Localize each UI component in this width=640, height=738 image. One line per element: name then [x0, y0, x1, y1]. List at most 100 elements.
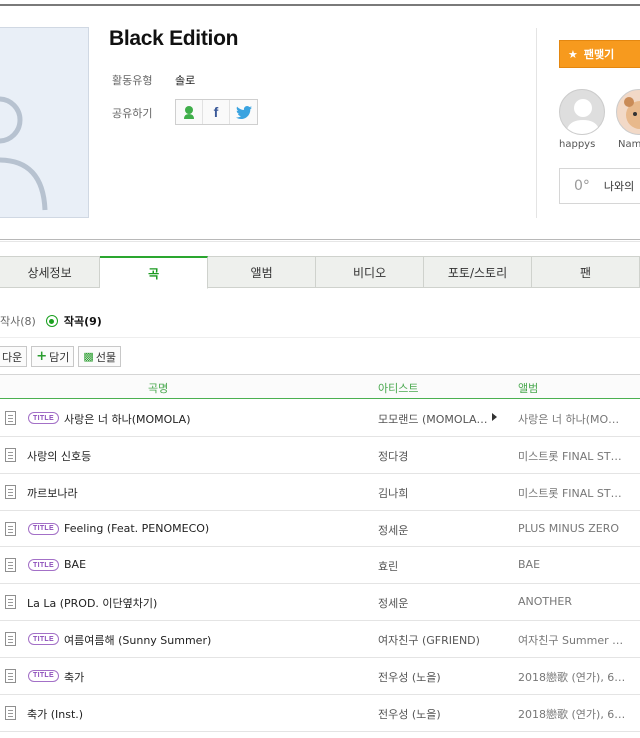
header-album[interactable]: 앨범 [518, 380, 538, 396]
song-info-icon[interactable] [5, 484, 16, 499]
gift-label: 선물 [95, 350, 117, 364]
header-artist[interactable]: 아티스트 [378, 380, 418, 396]
header-song[interactable]: 곡명 [148, 380, 168, 396]
table-row[interactable]: 까르보나라 김나희 미스트롯 FINAL ST… [0, 474, 640, 511]
song-album[interactable]: 2018戀歌 (연가), 6… [518, 706, 625, 722]
song-title[interactable]: 사랑의 신호등 [27, 448, 91, 464]
song-artist[interactable]: 정다경 [378, 448, 408, 464]
song-title[interactable]: La La (PROD. 이단옆차기) [27, 595, 157, 611]
song-title[interactable]: 여름여름해 (Sunny Summer) [64, 632, 211, 648]
song-album[interactable]: PLUS MINUS ZERO [518, 522, 619, 535]
header-divider [536, 28, 537, 218]
top-border [0, 4, 640, 6]
tab-photo-story[interactable]: 포토/스토리 [424, 256, 532, 288]
song-title[interactable]: BAE [64, 558, 86, 571]
song-album[interactable]: BAE [518, 558, 540, 571]
title-track-badge: TITLE [28, 522, 59, 535]
song-artist[interactable]: 전우성 (노을) [378, 669, 441, 685]
song-list: TITLE 사랑은 너 하나(MOMOLA) 모모랜드 (MOMOLA… 사랑은 너 … [0, 400, 640, 732]
tab-videos[interactable]: 비디오 [316, 256, 425, 288]
song-album[interactable]: 여자친구 Summer … [518, 632, 623, 648]
artist-name: Black Edition [109, 27, 239, 50]
kakao-share-icon[interactable] [176, 100, 203, 124]
section-divider [0, 239, 640, 240]
artist-tabs: 상세정보 곡 앨범 비디오 포토/스토리 팬 [0, 256, 640, 289]
song-title[interactable]: 까르보나라 [27, 485, 78, 501]
song-actions: 다운 + 담기 ▩ 선물 [0, 346, 122, 367]
share-buttons: f [175, 99, 258, 125]
song-artist[interactable]: 정세운 [378, 522, 408, 538]
table-row[interactable]: TITLE BAE 효린 BAE [0, 547, 640, 585]
section-divider-shadow [0, 241, 640, 242]
artist-photo-placeholder [0, 27, 89, 218]
twitter-share-icon[interactable] [230, 100, 257, 124]
song-artist[interactable]: 전우성 (노을) [378, 706, 441, 722]
title-track-badge: TITLE [28, 559, 59, 572]
filter-lyricist[interactable]: 작사(8) [0, 313, 36, 329]
radio-selected-icon[interactable] [45, 315, 58, 327]
gift-icon: ▩ [83, 350, 94, 363]
song-album[interactable]: 미스트롯 FINAL ST… [518, 448, 622, 464]
song-album[interactable]: ANOTHER [518, 595, 572, 608]
affinity-temperature: 0° 나와의 [559, 168, 640, 204]
song-info-icon[interactable] [5, 668, 16, 683]
filter-divider [0, 337, 640, 338]
song-info-icon[interactable] [5, 632, 16, 647]
gift-button[interactable]: ▩ 선물 [78, 346, 122, 367]
table-row[interactable]: TITLE Feeling (Feat. PENOMECO) 정세운 PLUS MIN… [0, 511, 640, 548]
fan-avatar[interactable] [616, 89, 640, 135]
temperature-label: 나와의 [603, 180, 635, 193]
download-button[interactable]: 다운 [0, 346, 28, 367]
activity-type-value: 솔로 [175, 74, 196, 87]
song-title[interactable]: 사랑은 너 하나(MOMOLA) [64, 411, 191, 427]
song-info-icon[interactable] [5, 705, 16, 720]
table-row[interactable]: TITLE 축가 전우성 (노을) 2018戀歌 (연가), 6… [0, 658, 640, 695]
song-title[interactable]: 축가 (Inst.) [27, 706, 83, 722]
table-row[interactable]: 축가 (Inst.) 전우성 (노을) 2018戀歌 (연가), 6… [0, 695, 640, 732]
more-artists-arrow-icon[interactable] [492, 413, 497, 421]
plus-icon: + [36, 349, 48, 364]
song-artist[interactable]: 여자친구 (GFRIEND) [378, 632, 480, 648]
facebook-share-icon[interactable]: f [203, 100, 230, 124]
song-title[interactable]: Feeling (Feat. PENOMECO) [64, 522, 209, 535]
song-album[interactable]: 미스트롯 FINAL ST… [518, 485, 622, 501]
song-role-filter: 작사(8) 작곡(9) [0, 313, 102, 329]
song-table-header: 곡명 아티스트 앨범 [0, 374, 640, 399]
fan-name[interactable]: happys [559, 139, 595, 150]
table-row[interactable]: TITLE 여름여름해 (Sunny Summer) 여자친구 (GFRIEND) 여… [0, 621, 640, 658]
song-artist[interactable]: 모모랜드 (MOMOLA… [378, 411, 487, 427]
song-info-icon[interactable] [5, 595, 16, 610]
title-track-badge: TITLE [28, 412, 59, 424]
person-silhouette-icon [0, 96, 48, 211]
add-label: 담기 [49, 350, 70, 364]
song-artist[interactable]: 김나희 [378, 485, 408, 501]
song-album[interactable]: 사랑은 너 하나(MO… [518, 411, 619, 427]
become-fan-label: 팬맺기 [583, 48, 615, 61]
become-fan-button[interactable]: ★ 팬맺기 [559, 40, 640, 68]
song-info-icon[interactable] [5, 521, 16, 536]
song-artist[interactable]: 효린 [378, 558, 398, 574]
activity-type-label: 활동유형 [112, 74, 153, 87]
tab-fans[interactable]: 팬 [532, 256, 640, 288]
table-row[interactable]: 사랑의 신호등 정다경 미스트롯 FINAL ST… [0, 437, 640, 474]
song-info-icon[interactable] [5, 447, 16, 462]
tab-albums[interactable]: 앨범 [208, 256, 317, 288]
filter-composer[interactable]: 작곡(9) [64, 313, 102, 329]
song-artist[interactable]: 정세운 [378, 595, 408, 611]
table-row[interactable]: La La (PROD. 이단옆차기) 정세운 ANOTHER [0, 584, 640, 622]
download-label: 다운 [2, 350, 23, 364]
add-to-playlist-button[interactable]: + 담기 [31, 346, 75, 367]
tab-songs[interactable]: 곡 [100, 256, 209, 289]
song-title[interactable]: 축가 [64, 669, 84, 685]
tab-details[interactable]: 상세정보 [0, 256, 101, 288]
fan-name[interactable]: Nam [618, 139, 640, 150]
title-track-badge: TITLE [28, 669, 59, 682]
song-info-icon[interactable] [5, 411, 16, 425]
title-track-badge: TITLE [28, 633, 59, 646]
table-row[interactable]: TITLE 사랑은 너 하나(MOMOLA) 모모랜드 (MOMOLA… 사랑은 너 … [0, 400, 640, 437]
fan-avatar[interactable] [559, 89, 605, 135]
star-icon: ★ [568, 47, 578, 61]
temperature-value: 0° [574, 178, 590, 194]
song-album[interactable]: 2018戀歌 (연가), 6… [518, 669, 625, 685]
song-info-icon[interactable] [5, 558, 16, 573]
